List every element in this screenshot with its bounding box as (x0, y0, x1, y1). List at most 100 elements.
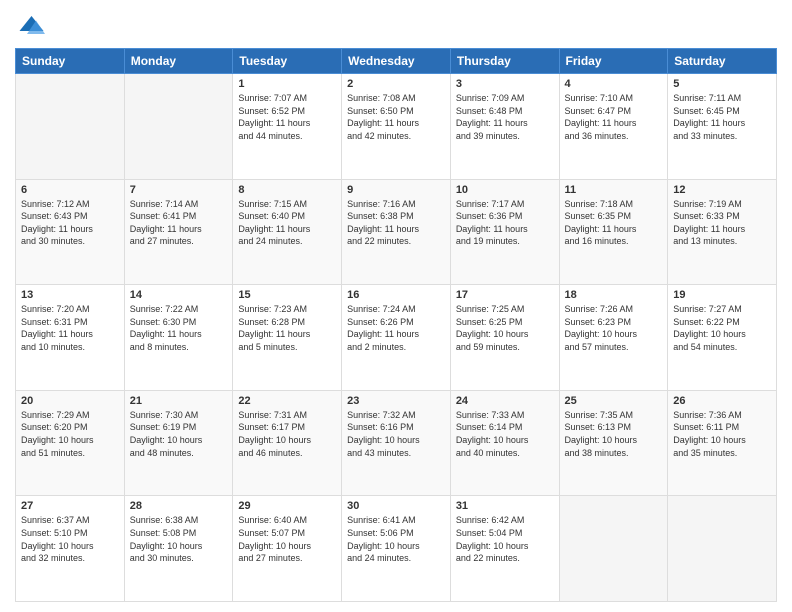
day-number: 26 (673, 395, 771, 407)
cell-content: Sunrise: 6:42 AM Sunset: 5:04 PM Dayligh… (456, 514, 554, 564)
calendar-cell: 28 Sunrise: 6:38 AM Sunset: 5:08 PM Dayli… (124, 496, 233, 602)
week-row-1: 1 Sunrise: 7:07 AM Sunset: 6:52 PM Daylig… (16, 74, 777, 180)
day-number: 9 (347, 184, 445, 196)
cell-content: Sunrise: 7:18 AM Sunset: 6:35 PM Dayligh… (565, 198, 663, 248)
cell-content: Sunrise: 7:31 AM Sunset: 6:17 PM Dayligh… (238, 409, 336, 459)
calendar-cell: 13 Sunrise: 7:20 AM Sunset: 6:31 PM Dayli… (16, 285, 125, 391)
day-number: 11 (565, 184, 663, 196)
day-number: 24 (456, 395, 554, 407)
cell-content: Sunrise: 7:11 AM Sunset: 6:45 PM Dayligh… (673, 92, 771, 142)
week-row-5: 27 Sunrise: 6:37 AM Sunset: 5:10 PM Dayli… (16, 496, 777, 602)
day-number: 14 (130, 289, 228, 301)
day-number: 29 (238, 500, 336, 512)
calendar-cell: 20Sunrise: 7:29 AM Sunset: 6:20 PM Dayli… (16, 390, 125, 496)
weekday-header-thursday: Thursday (450, 49, 559, 74)
weekday-header-friday: Friday (559, 49, 668, 74)
cell-content: Sunrise: 7:09 AM Sunset: 6:48 PM Dayligh… (456, 92, 554, 142)
calendar-cell: 22 Sunrise: 7:31 AM Sunset: 6:17 PM Dayli… (233, 390, 342, 496)
day-number: 7 (130, 184, 228, 196)
cell-content: Sunrise: 7:32 AM Sunset: 6:16 PM Dayligh… (347, 409, 445, 459)
cell-content: Sunrise: 7:07 AM Sunset: 6:52 PM Dayligh… (238, 92, 336, 142)
cell-content: Sunrise: 6:41 AM Sunset: 5:06 PM Dayligh… (347, 514, 445, 564)
cell-content: Sunrise: 6:38 AM Sunset: 5:08 PM Dayligh… (130, 514, 228, 564)
logo-area (15, 10, 49, 40)
header (15, 10, 777, 40)
calendar-cell: 3 Sunrise: 7:09 AM Sunset: 6:48 PM Daylig… (450, 74, 559, 180)
calendar-cell: 10Sunrise: 7:17 AM Sunset: 6:36 PM Dayli… (450, 179, 559, 285)
cell-content: Sunrise: 7:35 AM Sunset: 6:13 PM Dayligh… (565, 409, 663, 459)
cell-content: Sunrise: 7:27 AM Sunset: 6:22 PM Dayligh… (673, 303, 771, 353)
cell-content: Sunrise: 7:08 AM Sunset: 6:50 PM Dayligh… (347, 92, 445, 142)
weekday-header-row: SundayMondayTuesdayWednesdayThursdayFrid… (16, 49, 777, 74)
day-number: 27 (21, 500, 119, 512)
day-number: 23 (347, 395, 445, 407)
calendar-cell: 30Sunrise: 6:41 AM Sunset: 5:06 PM Dayli… (342, 496, 451, 602)
day-number: 15 (238, 289, 336, 301)
calendar-cell: 24 Sunrise: 7:33 AM Sunset: 6:14 PM Dayli… (450, 390, 559, 496)
calendar-cell: 14 Sunrise: 7:22 AM Sunset: 6:30 PM Dayli… (124, 285, 233, 391)
calendar-cell: 27 Sunrise: 6:37 AM Sunset: 5:10 PM Dayli… (16, 496, 125, 602)
cell-content: Sunrise: 7:23 AM Sunset: 6:28 PM Dayligh… (238, 303, 336, 353)
cell-content: Sunrise: 7:22 AM Sunset: 6:30 PM Dayligh… (130, 303, 228, 353)
day-number: 12 (673, 184, 771, 196)
calendar-cell: 31 Sunrise: 6:42 AM Sunset: 5:04 PM Dayli… (450, 496, 559, 602)
week-row-2: 6 Sunrise: 7:12 AM Sunset: 6:43 PM Daylig… (16, 179, 777, 285)
day-number: 1 (238, 78, 336, 90)
cell-content: Sunrise: 7:24 AM Sunset: 6:26 PM Dayligh… (347, 303, 445, 353)
page: SundayMondayTuesdayWednesdayThursdayFrid… (0, 0, 792, 612)
day-number: 28 (130, 500, 228, 512)
weekday-header-tuesday: Tuesday (233, 49, 342, 74)
cell-content: Sunrise: 7:12 AM Sunset: 6:43 PM Dayligh… (21, 198, 119, 248)
calendar-cell: 5 Sunrise: 7:11 AM Sunset: 6:45 PM Daylig… (668, 74, 777, 180)
cell-content: Sunrise: 7:33 AM Sunset: 6:14 PM Dayligh… (456, 409, 554, 459)
day-number: 3 (456, 78, 554, 90)
calendar-cell: 4Sunrise: 7:10 AM Sunset: 6:47 PM Daylig… (559, 74, 668, 180)
calendar-cell: 9 Sunrise: 7:16 AM Sunset: 6:38 PM Daylig… (342, 179, 451, 285)
calendar-cell: 7 Sunrise: 7:14 AM Sunset: 6:41 PM Daylig… (124, 179, 233, 285)
calendar-cell: 1 Sunrise: 7:07 AM Sunset: 6:52 PM Daylig… (233, 74, 342, 180)
calendar-cell: 17 Sunrise: 7:25 AM Sunset: 6:25 PM Dayli… (450, 285, 559, 391)
day-number: 4 (565, 78, 663, 90)
cell-content: Sunrise: 6:37 AM Sunset: 5:10 PM Dayligh… (21, 514, 119, 564)
cell-content: Sunrise: 7:17 AM Sunset: 6:36 PM Dayligh… (456, 198, 554, 248)
cell-content: Sunrise: 7:16 AM Sunset: 6:38 PM Dayligh… (347, 198, 445, 248)
calendar-cell (124, 74, 233, 180)
day-number: 31 (456, 500, 554, 512)
calendar-cell: 12 Sunrise: 7:19 AM Sunset: 6:33 PM Dayli… (668, 179, 777, 285)
day-number: 2 (347, 78, 445, 90)
cell-content: Sunrise: 7:15 AM Sunset: 6:40 PM Dayligh… (238, 198, 336, 248)
cell-content: Sunrise: 7:26 AM Sunset: 6:23 PM Dayligh… (565, 303, 663, 353)
calendar-cell: 29 Sunrise: 6:40 AM Sunset: 5:07 PM Dayli… (233, 496, 342, 602)
calendar-cell: 6 Sunrise: 7:12 AM Sunset: 6:43 PM Daylig… (16, 179, 125, 285)
calendar-cell: 15 Sunrise: 7:23 AM Sunset: 6:28 PM Dayli… (233, 285, 342, 391)
week-row-3: 13 Sunrise: 7:20 AM Sunset: 6:31 PM Dayli… (16, 285, 777, 391)
day-number: 6 (21, 184, 119, 196)
calendar-cell: 25Sunrise: 7:35 AM Sunset: 6:13 PM Dayli… (559, 390, 668, 496)
calendar-cell: 11 Sunrise: 7:18 AM Sunset: 6:35 PM Dayli… (559, 179, 668, 285)
calendar-cell: 18Sunrise: 7:26 AM Sunset: 6:23 PM Dayli… (559, 285, 668, 391)
calendar-table: SundayMondayTuesdayWednesdayThursdayFrid… (15, 48, 777, 602)
calendar-cell (559, 496, 668, 602)
calendar-cell: 19 Sunrise: 7:27 AM Sunset: 6:22 PM Dayli… (668, 285, 777, 391)
calendar-cell (16, 74, 125, 180)
cell-content: Sunrise: 7:36 AM Sunset: 6:11 PM Dayligh… (673, 409, 771, 459)
day-number: 5 (673, 78, 771, 90)
cell-content: Sunrise: 6:40 AM Sunset: 5:07 PM Dayligh… (238, 514, 336, 564)
calendar-cell: 23 Sunrise: 7:32 AM Sunset: 6:16 PM Dayli… (342, 390, 451, 496)
logo-icon (15, 10, 45, 40)
calendar-cell: 21Sunrise: 7:30 AM Sunset: 6:19 PM Dayli… (124, 390, 233, 496)
day-number: 17 (456, 289, 554, 301)
cell-content: Sunrise: 7:14 AM Sunset: 6:41 PM Dayligh… (130, 198, 228, 248)
day-number: 21 (130, 395, 228, 407)
weekday-header-sunday: Sunday (16, 49, 125, 74)
day-number: 19 (673, 289, 771, 301)
cell-content: Sunrise: 7:19 AM Sunset: 6:33 PM Dayligh… (673, 198, 771, 248)
weekday-header-saturday: Saturday (668, 49, 777, 74)
week-row-4: 20Sunrise: 7:29 AM Sunset: 6:20 PM Dayli… (16, 390, 777, 496)
day-number: 22 (238, 395, 336, 407)
cell-content: Sunrise: 7:25 AM Sunset: 6:25 PM Dayligh… (456, 303, 554, 353)
day-number: 13 (21, 289, 119, 301)
cell-content: Sunrise: 7:20 AM Sunset: 6:31 PM Dayligh… (21, 303, 119, 353)
calendar-cell: 8Sunrise: 7:15 AM Sunset: 6:40 PM Daylig… (233, 179, 342, 285)
day-number: 20 (21, 395, 119, 407)
